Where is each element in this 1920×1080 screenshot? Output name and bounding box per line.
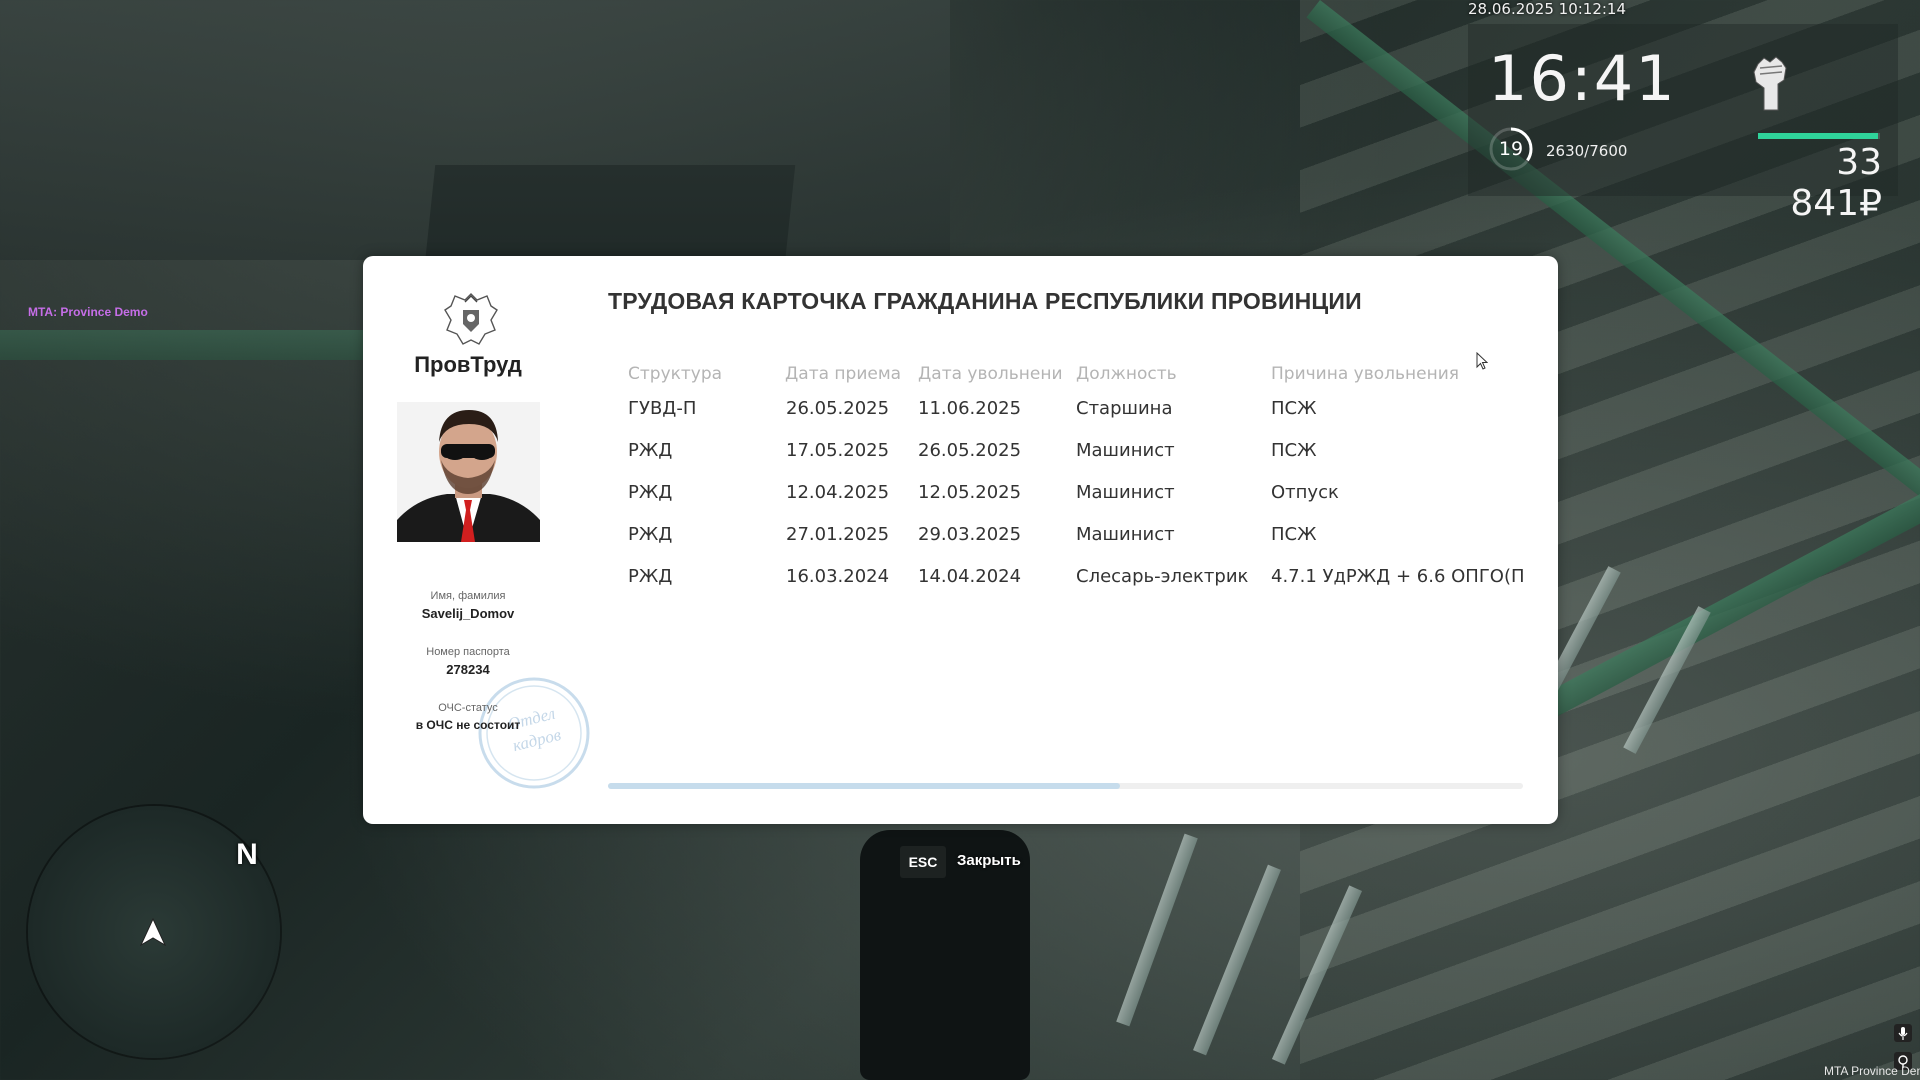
- microphone-icon: [1894, 1024, 1912, 1042]
- table-cell-hire-date: 26.05.2025: [786, 398, 890, 419]
- background-wall: [0, 0, 950, 260]
- passport-label: Номер паспорта: [426, 646, 510, 658]
- table-cell-structure: РЖД: [628, 440, 673, 461]
- table-cell-position: Слесарь-электрик: [1076, 566, 1249, 587]
- background-baluster: [1193, 864, 1281, 1056]
- table-cell-structure: РЖД: [628, 524, 673, 545]
- table-cell-dismissal-date: 26.05.2025: [918, 440, 1022, 461]
- coat-of-arms-icon: [444, 293, 498, 345]
- ochs-value: в ОЧС не состоит: [415, 718, 521, 732]
- player-arrow-icon: [140, 918, 166, 946]
- table-cell-dismissal-date: 12.05.2025: [918, 482, 1022, 503]
- employment-history-table[interactable]: Структура Дата приема Дата увольнени Дол…: [608, 356, 1523, 766]
- table-cell-structure: РЖД: [628, 566, 673, 587]
- labor-card-modal: ПровТруд Имя, фамилия Savelij_Domov Номе…: [363, 256, 1558, 824]
- scrollbar-thumb[interactable]: [608, 783, 1121, 789]
- hr-department-stamp: Отдел кадров: [478, 677, 590, 789]
- table-cell-dismissal-date: 29.03.2025: [918, 524, 1022, 545]
- table-cell-structure: РЖД: [628, 482, 673, 503]
- table-cell-reason: ПСЖ: [1271, 440, 1317, 461]
- background-doorway: [424, 165, 796, 265]
- passport-value: 278234: [446, 662, 490, 677]
- column-header-dismissal-reason: Причина увольнения: [1271, 364, 1459, 384]
- hud-experience: 2630/7600: [1546, 142, 1628, 160]
- hud-money: 33 841₽: [1790, 142, 1882, 224]
- mouse-cursor-icon: [1476, 352, 1488, 370]
- table-cell-hire-date: 16.03.2024: [786, 566, 890, 587]
- table-cell-position: Машинист: [1076, 482, 1175, 503]
- table-cell-position: Старшина: [1076, 398, 1173, 419]
- close-button[interactable]: Закрыть: [957, 852, 1021, 869]
- card-title: ТРУДОВАЯ КАРТОЧКА ГРАЖДАНИНА РЕСПУБЛИКИ …: [608, 288, 1362, 314]
- table-cell-dismissal-date: 11.06.2025: [918, 398, 1022, 419]
- corner-server-label: MTA Province Demo: [1824, 1064, 1920, 1078]
- hud-datetime: 28.06.2025 10:12:14: [1468, 0, 1627, 18]
- table-cell-structure: ГУВД-П: [628, 398, 697, 419]
- org-name: ПровТруд: [414, 352, 522, 377]
- column-header-hire-date: Дата приема: [785, 364, 902, 384]
- table-cell-dismissal-date: 14.04.2024: [918, 566, 1022, 587]
- background-baluster: [1116, 833, 1198, 1027]
- table-cell-reason: 4.7.1 УдРЖД + 6.6 ОПГО(Пр: [1271, 566, 1523, 587]
- hud-level: 19: [1498, 138, 1524, 160]
- esc-key[interactable]: ESC: [900, 846, 946, 878]
- labor-card-profile: ПровТруд Имя, фамилия Savelij_Domov Номе…: [363, 256, 590, 824]
- table-cell-reason: Отпуск: [1271, 482, 1339, 503]
- hud-clock: 16:41: [1488, 42, 1677, 115]
- table-cell-position: Машинист: [1076, 440, 1175, 461]
- server-label: MTA: Province Demo: [28, 305, 148, 319]
- table-cell-hire-date: 27.01.2025: [786, 524, 890, 545]
- character-avatar: [397, 402, 540, 542]
- table-cell-reason: ПСЖ: [1271, 524, 1317, 545]
- table-cell-position: Машинист: [1076, 524, 1175, 545]
- background-railing: [0, 330, 420, 360]
- column-header-dismissal-date: Дата увольнени: [918, 364, 1063, 384]
- background-baluster: [1271, 885, 1363, 1065]
- table-cell-hire-date: 17.05.2025: [786, 440, 890, 461]
- health-bar-fill: [1758, 133, 1878, 139]
- table-cell-hire-date: 12.04.2025: [786, 482, 890, 503]
- name-label: Имя, фамилия: [430, 590, 506, 602]
- compass-north: N: [236, 838, 258, 871]
- fist-weapon-icon: [1753, 56, 1787, 111]
- table-cell-reason: ПСЖ: [1271, 398, 1317, 419]
- name-value: Savelij_Domov: [421, 606, 515, 621]
- ochs-label: ОЧС-статус: [438, 702, 498, 714]
- horizontal-scrollbar[interactable]: [608, 783, 1523, 789]
- column-header-position: Должность: [1076, 364, 1177, 384]
- column-header-structure: Структура: [628, 364, 723, 384]
- health-bar: [1758, 133, 1880, 139]
